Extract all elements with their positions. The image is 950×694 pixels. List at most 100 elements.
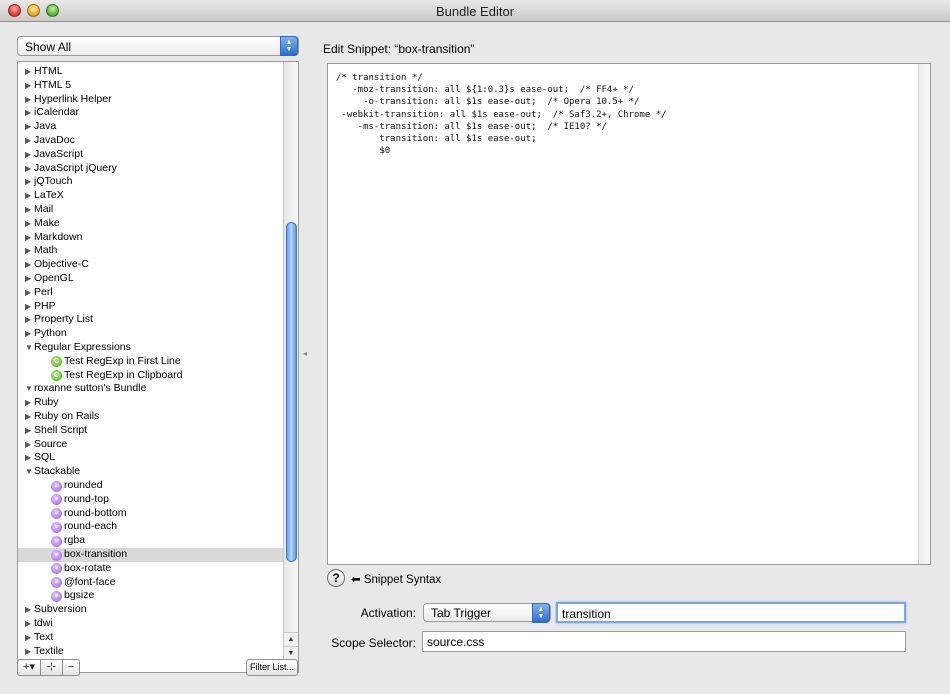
snippet-editor[interactable]: /* transition */ -moz-transition: all ${…	[327, 63, 931, 565]
disclosure-expanded-icon[interactable]: ▼	[25, 382, 33, 396]
disclosure-collapsed-icon[interactable]: ▶	[25, 410, 31, 424]
bundle-filter-select[interactable]: Show All ▲ ▼	[17, 36, 299, 56]
bundle-row[interactable]: ▶ JavaDoc	[18, 134, 283, 148]
disclosure-collapsed-icon[interactable]: ▶	[25, 203, 31, 217]
snippet-row[interactable]: ≡ box-transition	[18, 548, 283, 562]
disclosure-expanded-icon[interactable]: ▼	[25, 341, 33, 355]
help-icon[interactable]: ?	[327, 569, 345, 587]
split-view-handle-icon[interactable]: ◂	[303, 349, 307, 358]
bundle-row[interactable]: ▶ tdwi	[18, 617, 283, 631]
scope-selector-input[interactable]: source.css	[422, 631, 906, 652]
disclosure-collapsed-icon[interactable]: ▶	[25, 162, 31, 176]
bundle-row[interactable]: ▼ Stackable	[18, 465, 283, 479]
bundle-row[interactable]: ▶ LaTeX	[18, 189, 283, 203]
disclosure-collapsed-icon[interactable]: ▶	[25, 424, 31, 438]
snippet-syntax-link[interactable]: ⬅ Snippet Syntax	[351, 572, 441, 586]
bundle-row[interactable]: ▶ HTML	[18, 65, 283, 79]
add-group-button[interactable]: ⊹	[41, 659, 63, 676]
bundle-row[interactable]: ▶ Shell Script	[18, 424, 283, 438]
bundle-row[interactable]: ▶ PHP	[18, 300, 283, 314]
disclosure-expanded-icon[interactable]: ▼	[25, 465, 33, 479]
filter-list-button[interactable]: Filter List...	[246, 659, 298, 676]
tree-item-label: Perl	[34, 285, 53, 298]
bundle-row[interactable]: ▶ Python	[18, 327, 283, 341]
command-row[interactable]: C Test RegExp in First Line	[18, 355, 283, 369]
snippet-row[interactable]: ≡ box-rotate	[18, 562, 283, 576]
remove-item-button[interactable]: −	[63, 659, 80, 676]
bundle-row[interactable]: ▶ Make	[18, 217, 283, 231]
bundle-row[interactable]: ▶ HTML 5	[18, 79, 283, 93]
activation-select[interactable]: Tab Trigger ▲ ▼	[423, 603, 551, 623]
disclosure-collapsed-icon[interactable]: ▶	[25, 327, 31, 341]
command-row[interactable]: C Test RegExp in Clipboard	[18, 369, 283, 383]
disclosure-collapsed-icon[interactable]: ▶	[25, 148, 31, 162]
scroll-up-icon[interactable]: ▲	[284, 632, 298, 645]
disclosure-collapsed-icon[interactable]: ▶	[25, 286, 31, 300]
bundle-row[interactable]: ▶ Markdown	[18, 231, 283, 245]
snippet-code[interactable]: /* transition */ -moz-transition: all ${…	[336, 72, 667, 157]
bundle-row[interactable]: ▼ Regular Expressions	[18, 341, 283, 355]
tree-item-label: Regular Expressions	[34, 341, 131, 353]
disclosure-collapsed-icon[interactable]: ▶	[25, 631, 31, 645]
bundle-row[interactable]: ▶ Ruby on Rails	[18, 410, 283, 424]
disclosure-collapsed-icon[interactable]: ▶	[25, 217, 31, 231]
bundle-row[interactable]: ▶ Property List	[18, 313, 283, 327]
bundle-row[interactable]: ▼ roxanne sutton's Bundle	[18, 382, 283, 396]
bundle-tree[interactable]: ▶ Textile ▶ Text ▶ tdwi ▶ Subversion ≡ bgsize ≡ @fo…	[17, 61, 299, 673]
add-item-button[interactable]: +▾	[17, 659, 41, 676]
snippet-row[interactable]: ≡ bgsize	[18, 589, 283, 603]
snippet-row[interactable]: ≡ rgba	[18, 534, 283, 548]
bundle-row[interactable]: ▶ Math	[18, 244, 283, 258]
disclosure-collapsed-icon[interactable]: ▶	[25, 244, 31, 258]
disclosure-collapsed-icon[interactable]: ▶	[25, 603, 31, 617]
bundle-row[interactable]: ▶ SQL	[18, 451, 283, 465]
bundle-row[interactable]: ▶ jQTouch	[18, 175, 283, 189]
snippet-row[interactable]: ≡ rounded	[18, 479, 283, 493]
tab-trigger-input[interactable]: transition	[556, 602, 906, 623]
disclosure-collapsed-icon[interactable]: ▶	[25, 106, 31, 120]
disclosure-collapsed-icon[interactable]: ▶	[25, 93, 31, 107]
bundle-row[interactable]: ▶ Text	[18, 631, 283, 645]
bundle-filter-value: Show All	[25, 40, 72, 54]
disclosure-collapsed-icon[interactable]: ▶	[25, 189, 31, 203]
tree-scrollbar[interactable]: ▲ ▼	[283, 62, 298, 672]
tree-item-label: Text	[34, 630, 54, 643]
bundle-row[interactable]: ▶ Ruby	[18, 396, 283, 410]
tree-item-label: Ruby on Rails	[34, 410, 100, 422]
bundle-row[interactable]: ▶ Perl	[18, 286, 283, 300]
bundle-row[interactable]: ▶ JavaScript jQuery	[18, 162, 283, 176]
tree-scroll-thumb[interactable]	[286, 222, 297, 562]
tree-item-label: Source	[34, 437, 68, 450]
disclosure-collapsed-icon[interactable]: ▶	[25, 396, 31, 410]
bundle-row[interactable]: ▶ Java	[18, 120, 283, 134]
disclosure-collapsed-icon[interactable]: ▶	[25, 258, 31, 272]
disclosure-collapsed-icon[interactable]: ▶	[25, 451, 31, 465]
disclosure-collapsed-icon[interactable]: ▶	[25, 231, 31, 245]
bundle-row[interactable]: ▶ Objective-C	[18, 258, 283, 272]
bundle-row[interactable]: ▶ OpenGL	[18, 272, 283, 286]
snippet-row[interactable]: ≡ round-each	[18, 520, 283, 534]
disclosure-collapsed-icon[interactable]: ▶	[25, 645, 31, 659]
disclosure-collapsed-icon[interactable]: ▶	[25, 175, 31, 189]
bundle-row[interactable]: ▶ Hyperlink Helper	[18, 93, 283, 107]
disclosure-collapsed-icon[interactable]: ▶	[25, 134, 31, 148]
disclosure-collapsed-icon[interactable]: ▶	[25, 120, 31, 134]
disclosure-collapsed-icon[interactable]: ▶	[25, 65, 31, 79]
disclosure-collapsed-icon[interactable]: ▶	[25, 79, 31, 93]
bundle-row[interactable]: ▶ Source	[18, 438, 283, 452]
bundle-row[interactable]: ▶ iCalendar	[18, 106, 283, 120]
scroll-down-icon[interactable]: ▼	[284, 646, 298, 659]
bundle-row[interactable]: ▶ Subversion	[18, 603, 283, 617]
disclosure-collapsed-icon[interactable]: ▶	[25, 300, 31, 314]
bundle-row[interactable]: ▶ Mail	[18, 203, 283, 217]
disclosure-collapsed-icon[interactable]: ▶	[25, 617, 31, 631]
snippet-row[interactable]: ≡ @font-face	[18, 576, 283, 590]
bundle-row[interactable]: ▶ JavaScript	[18, 148, 283, 162]
bundle-row[interactable]: ▶ Textile	[18, 645, 283, 659]
disclosure-collapsed-icon[interactable]: ▶	[25, 272, 31, 286]
disclosure-collapsed-icon[interactable]: ▶	[25, 438, 31, 452]
editor-scrollbar[interactable]	[918, 64, 930, 564]
snippet-row[interactable]: ≡ round-bottom	[18, 507, 283, 521]
snippet-row[interactable]: ≡ round-top	[18, 493, 283, 507]
disclosure-collapsed-icon[interactable]: ▶	[25, 313, 31, 327]
